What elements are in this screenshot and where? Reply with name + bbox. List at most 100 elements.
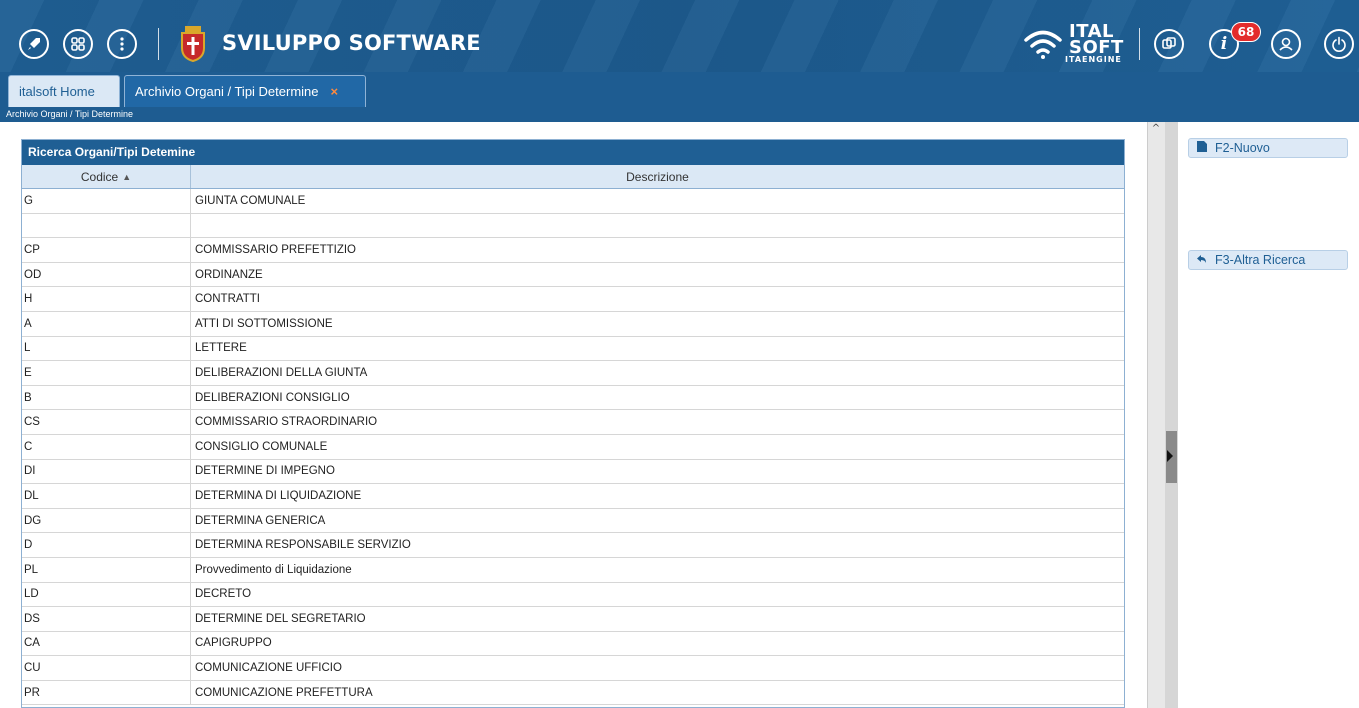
panel-title: Ricerca Organi/Tipi Detemine: [22, 140, 1124, 165]
cell-descrizione: ORDINANZE: [195, 268, 263, 281]
back-arrow-icon: [1197, 254, 1211, 267]
table-row[interactable]: DS DETERMINE DEL SEGRETARIO: [22, 607, 1124, 632]
table-row[interactable]: G GIUNTA COMUNALE: [22, 189, 1124, 214]
panel-splitter[interactable]: [1165, 122, 1178, 708]
cell-descrizione: DETERMINE DEL SEGRETARIO: [195, 612, 366, 625]
cell-descrizione: CONSIGLIO COMUNALE: [195, 440, 328, 453]
sort-icon[interactable]: ▲: [122, 172, 131, 182]
header-separator: [158, 28, 159, 60]
vertical-scrollbar[interactable]: [1147, 122, 1165, 708]
column-header-codice[interactable]: Codice ▲: [22, 165, 191, 188]
cell-descrizione: COMMISSARIO PREFETTIZIO: [195, 243, 357, 256]
italsoft-logo: ITAL SOFT ITAENGINE: [1023, 23, 1148, 64]
cell-codice: DI: [22, 459, 191, 484]
cell-descrizione: DETERMINE DI IMPEGNO: [195, 465, 335, 478]
column-label: Codice: [80, 169, 119, 184]
other-search-button-label: F3-Altra Ricerca: [1215, 253, 1306, 267]
table-row[interactable]: D DETERMINA RESPONSABILE SERVIZIO: [22, 533, 1124, 558]
table-row[interactable]: LD DECRETO: [22, 582, 1124, 608]
cell-descrizione: LETTERE: [195, 342, 247, 355]
table-row[interactable]: CP COMMISSARIO PREFETTIZIO: [22, 238, 1124, 263]
cell-descrizione: DECRETO: [195, 588, 252, 601]
cell-codice: L: [22, 336, 191, 361]
cell-descrizione: DETERMINA GENERICA: [195, 514, 326, 527]
new-button-label: F2-Nuovo: [1215, 141, 1270, 155]
cell-codice: DL: [22, 484, 191, 508]
logo-line3: ITAENGINE: [1065, 55, 1122, 64]
windows-icon[interactable]: [1154, 29, 1184, 59]
cell-descrizione: COMUNICAZIONE PREFETTURA: [195, 686, 373, 699]
table-row[interactable]: OD ORDINANZE: [22, 262, 1124, 288]
cell-descrizione: CONTRATTI: [195, 293, 260, 306]
table-header: Codice ▲ Descrizione: [22, 165, 1124, 189]
table-body: G GIUNTA COMUNALE CP COMMISSARIO PREFETTIZI…: [22, 189, 1124, 706]
cell-codice: PL: [22, 557, 191, 582]
cell-descrizione: DELIBERAZIONI CONSIGLIO: [195, 391, 350, 404]
table-row[interactable]: CA CAPIGRUPPO: [22, 631, 1124, 657]
info-menu-icon[interactable]: [107, 29, 137, 59]
rocket-icon[interactable]: [19, 29, 49, 59]
cell-codice: LD: [22, 582, 191, 607]
table-row[interactable]: L LETTERE: [22, 336, 1124, 362]
cell-descrizione: Provvedimento di Liquidazione: [195, 563, 352, 576]
table-row[interactable]: C CONSIGLIO COMUNALE: [22, 434, 1124, 460]
collapse-arrow-icon[interactable]: [1167, 450, 1173, 462]
tab-home[interactable]: italsoft Home: [8, 75, 120, 107]
other-search-button[interactable]: F3-Altra Ricerca: [1188, 250, 1348, 270]
header-separator: [1139, 28, 1140, 60]
cell-codice: A: [22, 311, 191, 336]
cell-codice: C: [22, 434, 191, 459]
table-row[interactable]: DI DETERMINE DI IMPEGNO: [22, 459, 1124, 485]
cell-codice: CS: [22, 410, 191, 434]
table-row[interactable]: CS COMMISSARIO STRAORDINARIO: [22, 410, 1124, 435]
cell-codice: E: [22, 361, 191, 385]
cell-descrizione: DETERMINA DI LIQUIDAZIONE: [195, 489, 362, 502]
table-row[interactable]: DL DETERMINA DI LIQUIDAZIONE: [22, 484, 1124, 509]
cell-descrizione: CAPIGRUPPO: [195, 637, 272, 650]
cell-descrizione: [191, 214, 1124, 238]
cell-codice: DG: [22, 508, 191, 533]
table-row[interactable]: B DELIBERAZIONI CONSIGLIO: [22, 385, 1124, 411]
cell-codice: H: [22, 287, 191, 311]
tab-label: italsoft Home: [19, 84, 95, 99]
table-row[interactable]: PR COMUNICAZIONE PREFETTURA: [22, 680, 1124, 706]
cell-descrizione: COMMISSARIO STRAORDINARIO: [195, 416, 378, 429]
breadcrumb: Archivio Organi / Tipi Determine: [0, 107, 1359, 122]
table-row[interactable]: CU COMUNICAZIONE UFFICIO: [22, 656, 1124, 681]
app-title: SVILUPPO SOFTWARE: [222, 31, 481, 55]
cell-codice: G: [22, 189, 191, 213]
cell-codice: CP: [22, 238, 191, 262]
coat-of-arms-logo: [179, 26, 207, 63]
table-row[interactable]: [22, 213, 1124, 239]
table-row[interactable]: PL Provvedimento di Liquidazione: [22, 557, 1124, 583]
scroll-up-icon[interactable]: ^: [1148, 123, 1164, 137]
search-results-panel: Ricerca Organi/Tipi Detemine Codice ▲ De…: [21, 139, 1125, 708]
cell-codice: [22, 213, 191, 238]
table-row[interactable]: DG DETERMINA GENERICA: [22, 508, 1124, 534]
user-icon[interactable]: [1271, 29, 1301, 59]
table-row[interactable]: H CONTRATTI: [22, 287, 1124, 312]
close-icon[interactable]: ×: [331, 84, 339, 99]
cell-descrizione: DETERMINA RESPONSABILE SERVIZIO: [195, 539, 411, 552]
notification-badge[interactable]: 68: [1231, 22, 1261, 42]
new-button[interactable]: F2-Nuovo: [1188, 138, 1348, 158]
cell-codice: OD: [22, 262, 191, 287]
column-header-descrizione[interactable]: Descrizione: [191, 165, 1124, 188]
tab-archivio-organi[interactable]: Archivio Organi / Tipi Determine ×: [124, 75, 366, 107]
cell-codice: B: [22, 385, 191, 410]
column-label: Descrizione: [626, 169, 689, 184]
table-row[interactable]: A ATTI DI SOTTOMISSIONE: [22, 311, 1124, 337]
cell-descrizione: DELIBERAZIONI DELLA GIUNTA: [195, 366, 368, 379]
cell-codice: CU: [22, 656, 191, 680]
cell-descrizione: GIUNTA COMUNALE: [195, 194, 306, 207]
cell-codice: PR: [22, 680, 191, 705]
document-icon: [1197, 141, 1211, 155]
power-icon[interactable]: [1324, 29, 1354, 59]
cell-codice: D: [22, 533, 191, 557]
apps-grid-icon[interactable]: [63, 29, 93, 59]
table-row[interactable]: E DELIBERAZIONI DELLA GIUNTA: [22, 361, 1124, 386]
cell-codice: DS: [22, 607, 191, 631]
cell-descrizione: ATTI DI SOTTOMISSIONE: [195, 317, 333, 330]
cell-descrizione: COMUNICAZIONE UFFICIO: [195, 662, 342, 675]
tab-label: Archivio Organi / Tipi Determine: [135, 84, 319, 99]
